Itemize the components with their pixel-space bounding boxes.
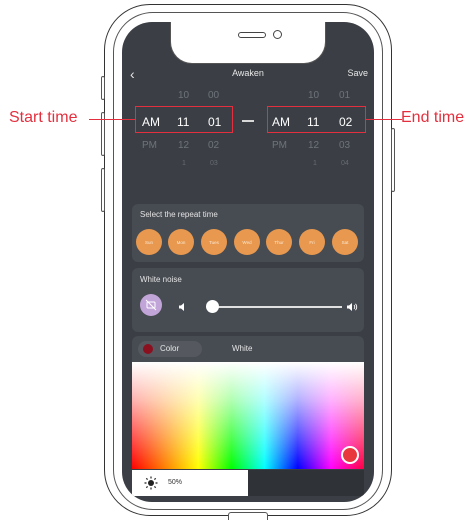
page-title: Awaken [232, 68, 264, 78]
repeat-panel: Select the repeat time Sun Mon Tues Wed … [132, 204, 364, 262]
bottom-connector [228, 512, 268, 520]
day-fri-button[interactable]: Fri [299, 229, 325, 255]
color-swatch [143, 344, 153, 354]
speaker-low-icon [178, 299, 188, 317]
tab-color-label: Color [160, 344, 180, 353]
start-hour-option[interactable]: 10 [178, 90, 189, 101]
white-noise-panel: White noise [132, 268, 364, 332]
start-hour-option[interactable]: 1 [182, 160, 186, 167]
day-mon-button[interactable]: Mon [168, 229, 194, 255]
white-noise-label: White noise [140, 275, 182, 284]
color-spectrum[interactable] [132, 362, 364, 469]
speaker-icon [238, 32, 266, 38]
end-ampm-option[interactable]: PM [272, 140, 287, 151]
volume-down-button [101, 168, 105, 212]
volume-slider-track[interactable] [212, 306, 342, 308]
day-wed-button[interactable]: Wed [234, 229, 260, 255]
power-button [391, 128, 395, 192]
sun-icon [144, 476, 158, 495]
end-time-callout: End time [401, 109, 465, 126]
end-hour-option[interactable]: 10 [308, 90, 319, 101]
camera-icon [273, 30, 282, 39]
day-thur-button[interactable]: Thur [266, 229, 292, 255]
start-minute-option[interactable]: 00 [208, 90, 219, 101]
day-sun-button[interactable]: Sun [136, 229, 162, 255]
mute-icon[interactable] [140, 294, 162, 316]
start-time-leader-line [89, 119, 135, 121]
end-hour-option[interactable]: 1 [313, 160, 317, 167]
day-sat-button[interactable]: Sat [332, 229, 358, 255]
brightness-value: 50% [168, 479, 183, 486]
light-mode-panel: Color White [132, 336, 364, 362]
start-minute-option[interactable]: 03 [210, 160, 218, 167]
end-minute-option[interactable]: 01 [339, 90, 350, 101]
end-hour-option[interactable]: 12 [308, 140, 319, 151]
tab-color[interactable]: Color [138, 341, 202, 357]
brightness-slider[interactable]: 50% [132, 470, 248, 496]
color-picker-handle[interactable] [341, 446, 359, 464]
mute-switch [101, 76, 105, 100]
end-time-leader-line [366, 119, 402, 121]
volume-slider-handle[interactable] [206, 300, 219, 313]
speaker-high-icon [346, 299, 358, 317]
end-time-highlight [267, 106, 366, 133]
end-minute-option[interactable]: 04 [341, 160, 349, 167]
repeat-label: Select the repeat time [140, 210, 218, 219]
brightness-slider-remainder [248, 470, 364, 496]
app-screen: ‹ Awaken Save AM PM 10 11 12 1 00 01 02 … [122, 22, 374, 502]
start-ampm-option[interactable]: PM [142, 140, 157, 151]
start-hour-option[interactable]: 12 [178, 140, 189, 151]
time-range-separator [242, 120, 254, 122]
tab-white[interactable]: White [232, 344, 252, 353]
start-time-callout: Start time [9, 109, 78, 126]
start-time-highlight [135, 106, 233, 133]
day-tues-button[interactable]: Tues [201, 229, 227, 255]
start-minute-option[interactable]: 02 [208, 140, 219, 151]
save-button[interactable]: Save [347, 68, 368, 78]
notch [170, 22, 326, 64]
end-minute-option[interactable]: 03 [339, 140, 350, 151]
